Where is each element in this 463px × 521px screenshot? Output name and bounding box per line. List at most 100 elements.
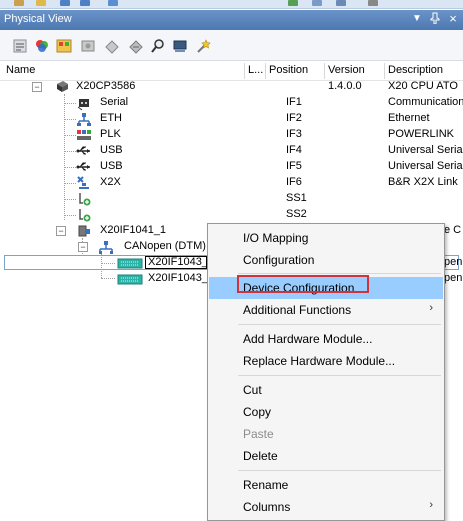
pin-icon[interactable]	[428, 12, 442, 26]
tree-row-usb[interactable]: USB IF5 Universal Seria	[0, 159, 463, 175]
menu-item-label: Copy	[243, 405, 272, 419]
menu-item-label: Additional Functions	[243, 303, 352, 317]
menu-item-io-mapping[interactable]: I/O Mapping	[209, 227, 443, 249]
network-device-icon[interactable]	[172, 38, 188, 54]
menu-item-label: Add Hardware Module...	[243, 332, 373, 346]
properties-icon[interactable]	[12, 38, 28, 54]
toolbar-icon[interactable]	[36, 0, 46, 6]
toolbar-icon[interactable]	[368, 0, 378, 6]
column-position-header[interactable]: Position	[269, 64, 308, 76]
column-divider[interactable]	[384, 63, 385, 79]
toolbar-icon[interactable]	[288, 0, 298, 6]
tree-node-label: ETH	[100, 112, 122, 124]
canopen-device-icon	[117, 271, 143, 287]
version-cell: 1.4.0.0	[328, 80, 362, 92]
menu-item-cut[interactable]: Cut	[209, 379, 443, 401]
menu-item-replace-hardware-module[interactable]: Replace Hardware Module...	[209, 350, 443, 372]
position-cell: IF1	[286, 96, 302, 108]
menu-item-configuration[interactable]: Configuration	[209, 249, 443, 271]
menu-separator	[238, 470, 441, 471]
color-palette-icon[interactable]	[34, 38, 50, 54]
add-slot-icon	[76, 207, 92, 223]
description-cell: X20 CPU ATO	[388, 80, 458, 92]
collapse-icon[interactable]: −	[56, 226, 66, 236]
menu-item-label: Columns	[243, 500, 291, 514]
description-cell: Communication	[388, 96, 463, 108]
gray-module-icon[interactable]	[104, 38, 120, 54]
toolbar-icon[interactable]	[60, 0, 70, 6]
description-cell: pen	[444, 256, 463, 268]
gray-module-icon[interactable]	[128, 38, 144, 54]
position-cell: IF6	[286, 176, 302, 188]
tree-node-label: CANopen (DTM)	[124, 240, 206, 252]
position-cell: IF4	[286, 144, 302, 156]
powerlink-icon	[76, 127, 92, 143]
menu-item-label: Cut	[243, 383, 262, 397]
tree-node-label: Serial	[100, 96, 129, 108]
menu-item-add-hardware-module[interactable]: Add Hardware Module...	[209, 328, 443, 350]
tree-row-plk[interactable]: PLK IF3 POWERLINK	[0, 127, 463, 143]
submenu-arrow-icon: ›	[429, 302, 433, 314]
tree-row-ss1[interactable]: SS1	[0, 191, 463, 207]
description-cell: POWERLINK	[388, 128, 455, 140]
menu-item-additional-functions[interactable]: Additional Functions ›	[209, 299, 443, 321]
column-divider[interactable]	[244, 63, 245, 79]
description-cell: B&R X2X Link	[388, 176, 458, 188]
description-cell: Ethernet	[388, 112, 430, 124]
x2x-link-icon	[76, 175, 92, 191]
position-cell: IF2	[286, 112, 302, 124]
close-icon[interactable]: ×	[446, 12, 460, 26]
tree-row-eth[interactable]: ETH IF2 Ethernet	[0, 111, 463, 127]
toolbar-icon[interactable]	[80, 0, 90, 6]
toolbar-icon[interactable]	[312, 0, 322, 6]
column-version-header[interactable]: Version	[328, 64, 365, 76]
rename-edit-field[interactable]: X20IF1043_	[145, 256, 207, 269]
usb-icon	[76, 143, 92, 159]
tree-row-x2x[interactable]: X2X IF6 B&R X2X Link	[0, 175, 463, 191]
menu-item-delete[interactable]: Delete	[209, 445, 443, 467]
interface-module-icon	[76, 223, 92, 239]
column-divider[interactable]	[265, 63, 266, 79]
menu-item-label: Configuration	[243, 253, 315, 267]
menu-separator	[238, 324, 441, 325]
tree-node-label: X20CP3586	[76, 80, 136, 92]
tree-node-label: X20IF1043_	[148, 272, 208, 284]
position-cell: SS1	[286, 192, 307, 204]
column-divider[interactable]	[324, 63, 325, 79]
position-cell: IF3	[286, 128, 302, 140]
tree-node-label: PLK	[100, 128, 121, 140]
description-cell: pen	[444, 272, 463, 284]
menu-item-label: Rename	[243, 478, 289, 492]
menu-item-columns[interactable]: Columns ›	[209, 496, 443, 518]
usb-icon	[76, 159, 92, 175]
search-icon[interactable]	[150, 38, 166, 54]
menu-item-rename[interactable]: Rename	[209, 474, 443, 496]
menu-separator	[238, 273, 441, 274]
dropdown-icon[interactable]: ▼	[410, 12, 424, 26]
canopen-device-icon	[117, 255, 143, 271]
wizard-icon[interactable]	[196, 38, 212, 54]
menu-item-label: I/O Mapping	[243, 231, 309, 245]
add-slot-icon	[76, 191, 92, 207]
tree-row-cpu[interactable]: − X20CP3586 1.4.0.0 X20 CPU ATO	[0, 79, 463, 95]
collapse-icon[interactable]: −	[78, 242, 88, 252]
gray-module-icon[interactable]	[80, 38, 96, 54]
collapse-icon[interactable]: −	[32, 82, 42, 92]
toolbar-icon[interactable]	[108, 0, 118, 6]
main-toolbar-strip	[0, 0, 463, 9]
tree-row-usb[interactable]: USB IF4 Universal Seria	[0, 143, 463, 159]
position-cell: SS2	[286, 208, 307, 220]
tree-row-serial[interactable]: Serial IF1 Communication	[0, 95, 463, 111]
menu-item-copy[interactable]: Copy	[209, 401, 443, 423]
menu-item-label: Delete	[243, 449, 278, 463]
submenu-arrow-icon: ›	[429, 499, 433, 511]
tree-row-ss2[interactable]: SS2	[0, 207, 463, 223]
module-color-icon[interactable]	[56, 38, 72, 54]
rename-edit-text: X20IF1043_	[148, 256, 207, 268]
description-cell: Universal Seria	[388, 144, 463, 156]
column-l-header[interactable]: L...	[248, 64, 263, 76]
column-name-header[interactable]: Name	[6, 64, 35, 76]
toolbar-icon[interactable]	[14, 0, 24, 6]
column-description-header[interactable]: Description	[388, 64, 443, 76]
toolbar-icon[interactable]	[336, 0, 346, 6]
